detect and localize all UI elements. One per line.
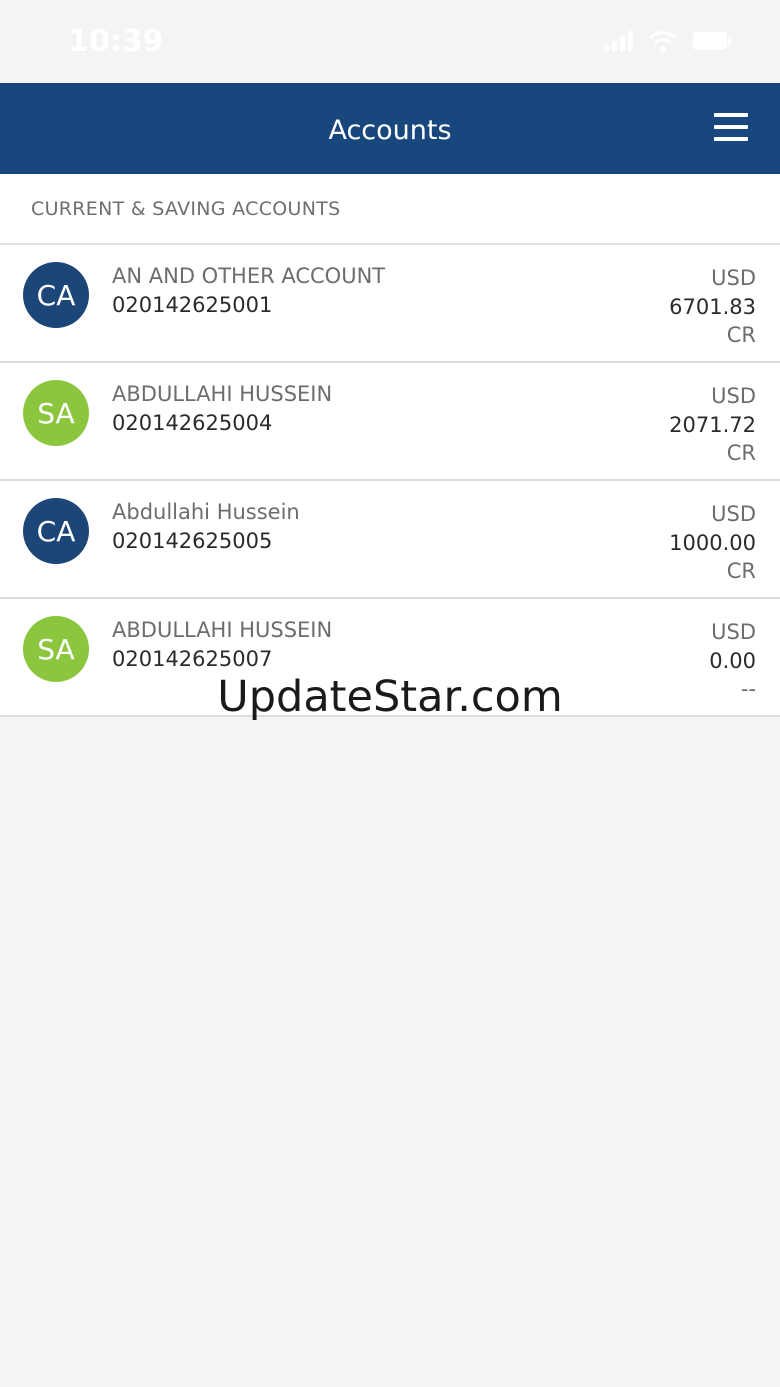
account-currency: USD [711,384,756,408]
page-title: Accounts [328,115,452,146]
account-row[interactable]: CA Abdullahi Hussein 020142625005 USD 10… [0,481,780,599]
status-icons [604,30,732,57]
avatar: CA [23,498,89,564]
account-balance: 0.00 [709,649,756,673]
account-name: ABDULLAHI HUSSEIN [112,382,333,406]
signal-icon [604,31,634,56]
status-bar: 10:39 [0,0,780,83]
account-row[interactable]: SA ABDULLAHI HUSSEIN 020142625004 USD 20… [0,363,780,481]
account-number: 020142625005 [112,529,273,553]
avatar: SA [23,380,89,446]
account-currency: USD [711,266,756,290]
section-header: CURRENT & SAVING ACCOUNTS [0,174,780,245]
account-balance-type: CR [726,323,756,347]
wifi-icon [648,30,678,57]
account-balance: 1000.00 [669,531,756,555]
watermark-text: UpdateStar.com [217,672,563,722]
account-number: 020142625004 [112,411,273,435]
account-balance-block: USD 1000.00 CR [669,500,756,585]
account-list: CA AN AND OTHER ACCOUNT 020142625001 USD… [0,245,780,717]
avatar: CA [23,262,89,328]
status-time: 10:39 [68,24,164,59]
account-balance-block: USD 6701.83 CR [669,264,756,349]
account-balance-type: CR [726,559,756,583]
account-balance-block: USD 2071.72 CR [669,382,756,467]
account-name: AN AND OTHER ACCOUNT [112,264,386,288]
account-balance: 2071.72 [669,413,756,437]
account-row[interactable]: CA AN AND OTHER ACCOUNT 020142625001 USD… [0,245,780,363]
account-number: 020142625007 [112,647,273,671]
account-currency: USD [711,620,756,644]
account-balance-type: CR [726,441,756,465]
hamburger-menu-icon[interactable] [714,113,748,141]
nav-bar: Accounts [0,83,780,174]
section-header-label: CURRENT & SAVING ACCOUNTS [31,198,341,220]
account-name: ABDULLAHI HUSSEIN [112,618,333,642]
account-name: Abdullahi Hussein [112,500,300,524]
account-balance: 6701.83 [669,295,756,319]
account-number: 020142625001 [112,293,273,317]
battery-icon [692,31,732,56]
account-currency: USD [711,502,756,526]
